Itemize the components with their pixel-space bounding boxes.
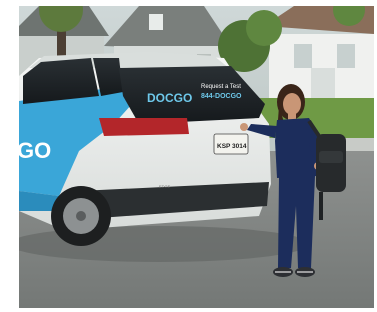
- model-badge: EDGE: [159, 184, 171, 189]
- door-brand: GO: [19, 138, 51, 163]
- window-phone: 844-DOCGO: [201, 93, 242, 100]
- scene: DOCGO Request a Test 844-DOCGO GO KSP 30…: [19, 6, 374, 308]
- page: DOCGO Request a Test 844-DOCGO GO KSP 30…: [0, 0, 377, 312]
- window-brand: DOCGO: [147, 91, 192, 105]
- tail-light: [99, 118, 189, 136]
- plate-number: KSP 3014: [217, 143, 247, 150]
- hand-on-car: [240, 123, 248, 131]
- photo: DOCGO Request a Test 844-DOCGO GO KSP 30…: [19, 6, 374, 308]
- window-tagline: Request a Test: [201, 84, 241, 90]
- face: [283, 93, 301, 115]
